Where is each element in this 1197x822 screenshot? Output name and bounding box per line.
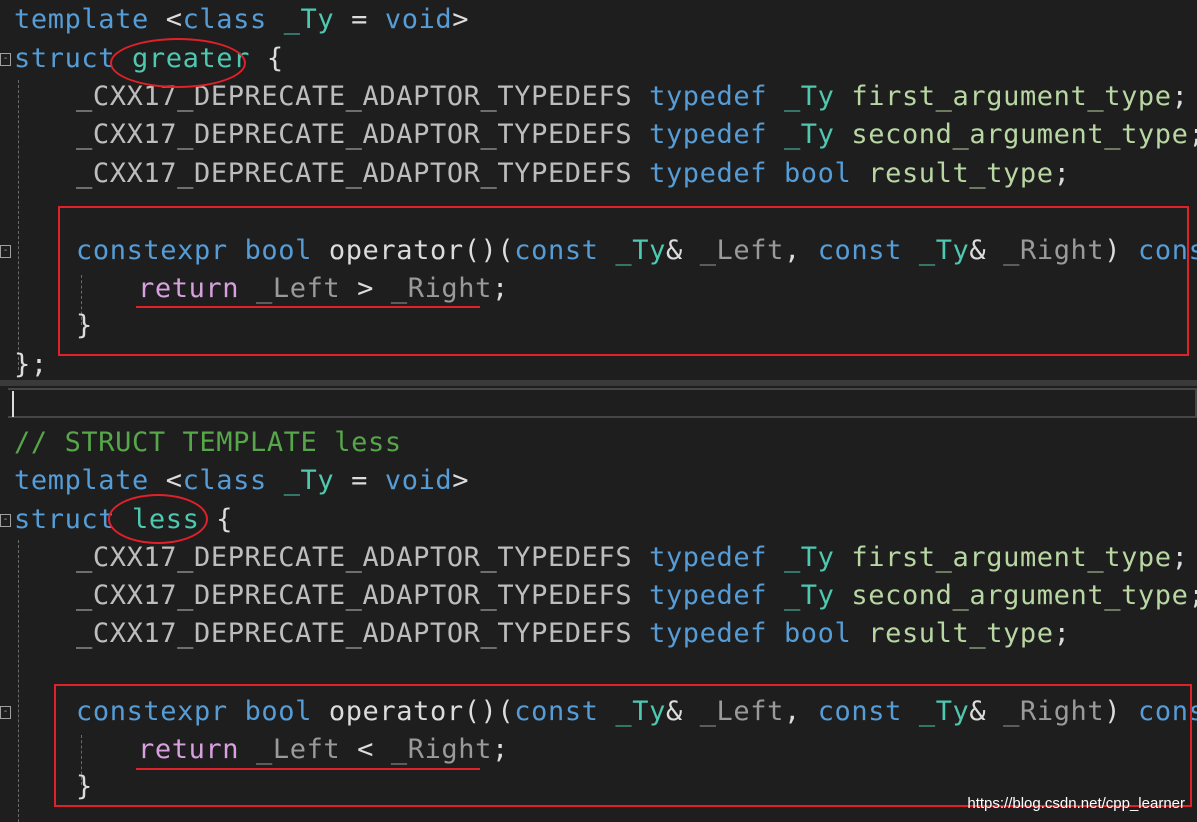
punct: { [250, 43, 284, 74]
type-name: _Ty [283, 4, 335, 35]
typedef-name: second_argument_type [851, 580, 1189, 611]
indent-guide [18, 540, 19, 822]
indent-guide [18, 80, 19, 370]
current-line-highlight[interactable] [8, 388, 1197, 418]
keyword: typedef [649, 542, 768, 573]
fold-toggle-operator-less[interactable]: - [0, 706, 11, 719]
punct: = [334, 465, 385, 496]
punct: = [334, 4, 385, 35]
type-name: _Ty [783, 542, 835, 573]
punct: ; [1171, 81, 1189, 112]
annotation-underline-return-greater [136, 306, 480, 308]
text-caret [12, 391, 14, 417]
code-line-typedef-second[interactable]: _CXX17_DEPRECATE_ADAPTOR_TYPEDEFS typede… [76, 577, 1197, 615]
type-name: _Ty [783, 119, 835, 150]
keyword: bool [783, 618, 852, 649]
watermark: https://blog.csdn.net/cpp_learner [967, 795, 1185, 812]
fold-toggle-less[interactable]: - [0, 514, 11, 527]
annotation-box-operator-greater [58, 206, 1189, 356]
type-name: _Ty [283, 465, 335, 496]
code-line-typedef-result[interactable]: _CXX17_DEPRECATE_ADAPTOR_TYPEDEFS typede… [76, 155, 1071, 193]
code-line-typedef-first[interactable]: _CXX17_DEPRECATE_ADAPTOR_TYPEDEFS typede… [76, 78, 1189, 116]
keyword: typedef [649, 580, 768, 611]
keyword: typedef [649, 81, 768, 112]
macro: _CXX17_DEPRECATE_ADAPTOR_TYPEDEFS [76, 119, 633, 150]
code-line-typedef-second[interactable]: _CXX17_DEPRECATE_ADAPTOR_TYPEDEFS typede… [76, 116, 1197, 154]
comment: // STRUCT TEMPLATE less [14, 427, 402, 458]
punct: < [148, 465, 183, 496]
keyword: void [384, 4, 453, 35]
keyword: typedef [649, 618, 768, 649]
punct: ; [1053, 618, 1071, 649]
typedef-name: first_argument_type [851, 81, 1172, 112]
typedef-name: result_type [868, 618, 1054, 649]
keyword: typedef [649, 119, 768, 150]
punct: > [452, 465, 470, 496]
keyword: void [384, 465, 453, 496]
keyword: typedef [649, 158, 768, 189]
keyword: class [182, 465, 267, 496]
keyword: struct [14, 504, 116, 535]
keyword: bool [783, 158, 852, 189]
annotation-ellipse-less [108, 494, 208, 544]
code-line-struct-end[interactable]: }; [14, 346, 48, 384]
punct: > [452, 4, 470, 35]
fold-toggle-greater[interactable]: - [0, 53, 11, 66]
punct: ; [1189, 580, 1197, 611]
annotation-box-operator-less [54, 684, 1192, 807]
punct: < [148, 4, 183, 35]
typedef-name: result_type [868, 158, 1054, 189]
code-line-typedef-result[interactable]: _CXX17_DEPRECATE_ADAPTOR_TYPEDEFS typede… [76, 615, 1071, 653]
code-line-template-greater[interactable]: template <class _Ty = void> [14, 1, 469, 39]
keyword: struct [14, 43, 116, 74]
punct: ; [1189, 119, 1197, 150]
keyword: class [182, 4, 267, 35]
macro: _CXX17_DEPRECATE_ADAPTOR_TYPEDEFS [76, 618, 633, 649]
punct: ; [1053, 158, 1071, 189]
type-name: _Ty [783, 580, 835, 611]
annotation-underline-return-less [136, 768, 480, 770]
punct: ; [1171, 542, 1189, 573]
code-line-template-less[interactable]: template <class _Ty = void> [14, 462, 469, 500]
macro: _CXX17_DEPRECATE_ADAPTOR_TYPEDEFS [76, 158, 633, 189]
typedef-name: second_argument_type [851, 119, 1189, 150]
macro: _CXX17_DEPRECATE_ADAPTOR_TYPEDEFS [76, 580, 633, 611]
typedef-name: first_argument_type [851, 542, 1172, 573]
collapsed-region-separator [0, 380, 1197, 386]
code-line-comment[interactable]: // STRUCT TEMPLATE less [14, 424, 402, 462]
annotation-ellipse-greater [110, 38, 246, 88]
code-line-typedef-first[interactable]: _CXX17_DEPRECATE_ADAPTOR_TYPEDEFS typede… [76, 539, 1189, 577]
type-name: _Ty [783, 81, 835, 112]
keyword: template [14, 4, 149, 35]
fold-toggle-operator-greater[interactable]: - [0, 245, 11, 258]
macro: _CXX17_DEPRECATE_ADAPTOR_TYPEDEFS [76, 542, 633, 573]
keyword: template [14, 465, 149, 496]
punct: }; [14, 349, 48, 380]
